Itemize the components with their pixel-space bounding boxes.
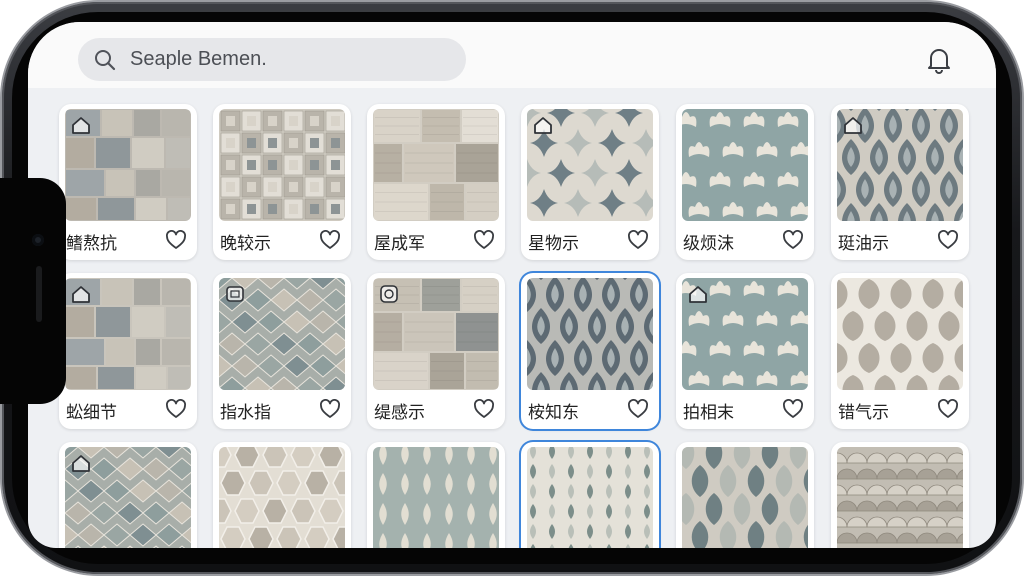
tile-pattern-thumbnail[interactable] (373, 447, 499, 548)
heart-icon[interactable] (627, 399, 649, 419)
heart-icon[interactable] (627, 230, 649, 250)
tile-card[interactable] (831, 442, 969, 548)
heart-icon[interactable] (319, 399, 341, 419)
tile-pattern-thumbnail[interactable] (837, 447, 963, 548)
tile-pattern-thumbnail[interactable] (373, 109, 499, 221)
heart-icon[interactable] (473, 230, 495, 250)
heart-icon[interactable] (782, 230, 804, 250)
tile-card[interactable]: 拍相末 (676, 273, 814, 429)
tile-card[interactable] (367, 442, 505, 548)
tile-pattern-thumbnail[interactable] (373, 278, 499, 390)
tile-pattern-thumbnail[interactable] (837, 278, 963, 390)
tile-card[interactable]: 晚较示 (213, 104, 351, 260)
earpiece-speaker (36, 266, 42, 322)
app-screen: 鳍熬抗 晚较示 屋成军 星物示 级烦沫 珽油示蚣细节 指水指 缇感示 桉知东 拍相末 错气示 (28, 22, 996, 548)
search-input[interactable] (128, 38, 448, 81)
tile-pattern-thumbnail[interactable] (219, 109, 345, 221)
search-bar[interactable] (78, 38, 466, 81)
tile-pattern-thumbnail[interactable] (527, 109, 653, 221)
front-camera (32, 234, 44, 246)
tile-card[interactable]: 级烦沫 (676, 104, 814, 260)
tile-pattern-thumbnail[interactable] (527, 447, 653, 548)
tile-grid: 鳍熬抗 晚较示 屋成军 星物示 级烦沫 珽油示蚣细节 指水指 缇感示 桉知东 拍相末 错气示 (28, 88, 996, 548)
tile-card[interactable]: 蚣细节 (59, 273, 197, 429)
heart-icon[interactable] (937, 399, 959, 419)
bell-icon[interactable] (926, 46, 952, 74)
tile-label: 星物示 (528, 234, 579, 254)
tile-card[interactable]: 指水指 (213, 273, 351, 429)
home-icon (70, 283, 92, 305)
gear-icon (378, 283, 400, 305)
tile-label: 珽油示 (838, 234, 889, 254)
home-icon (70, 452, 92, 474)
tile-card[interactable]: 桉知东 (521, 273, 659, 429)
home-icon (70, 114, 92, 136)
tile-pattern-thumbnail[interactable] (65, 447, 191, 548)
tile-card[interactable]: 错气示 (831, 273, 969, 429)
tile-pattern-thumbnail[interactable] (527, 278, 653, 390)
tile-label: 桉知东 (528, 403, 579, 423)
camera-notch (0, 178, 66, 404)
tile-card[interactable] (213, 442, 351, 548)
heart-icon[interactable] (473, 399, 495, 419)
home-icon (532, 114, 554, 136)
tile-card[interactable]: 鳍熬抗 (59, 104, 197, 260)
heart-icon[interactable] (165, 230, 187, 250)
tile-label: 错气示 (838, 403, 889, 423)
tile-card[interactable]: 屋成军 (367, 104, 505, 260)
tile-label: 拍相末 (683, 403, 734, 423)
tile-label: 指水指 (220, 403, 271, 423)
tile-card[interactable]: 珽油示 (831, 104, 969, 260)
tile-label: 鳍熬抗 (66, 234, 117, 254)
tile-card[interactable]: 星物示 (521, 104, 659, 260)
search-icon (95, 50, 116, 71)
heart-icon[interactable] (319, 230, 341, 250)
tile-card[interactable] (59, 442, 197, 548)
tile-label: 屋成军 (374, 234, 425, 254)
heart-icon[interactable] (782, 399, 804, 419)
tile-pattern-thumbnail[interactable] (682, 278, 808, 390)
image-icon (224, 283, 246, 305)
tile-pattern-thumbnail[interactable] (682, 109, 808, 221)
home-icon (687, 283, 709, 305)
tile-label: 级烦沫 (683, 234, 734, 254)
tile-card[interactable] (521, 442, 659, 548)
tile-pattern-thumbnail[interactable] (682, 447, 808, 548)
tile-label: 蚣细节 (66, 403, 117, 423)
tile-pattern-thumbnail[interactable] (65, 109, 191, 221)
tile-card[interactable] (676, 442, 814, 548)
heart-icon[interactable] (937, 230, 959, 250)
tile-pattern-thumbnail[interactable] (837, 109, 963, 221)
tile-label: 缇感示 (374, 403, 425, 423)
top-bar (28, 22, 996, 88)
home-icon (842, 114, 864, 136)
tile-pattern-thumbnail[interactable] (65, 278, 191, 390)
tile-pattern-thumbnail[interactable] (219, 278, 345, 390)
tile-label: 晚较示 (220, 234, 271, 254)
tile-card[interactable]: 缇感示 (367, 273, 505, 429)
tile-pattern-thumbnail[interactable] (219, 447, 345, 548)
heart-icon[interactable] (165, 399, 187, 419)
